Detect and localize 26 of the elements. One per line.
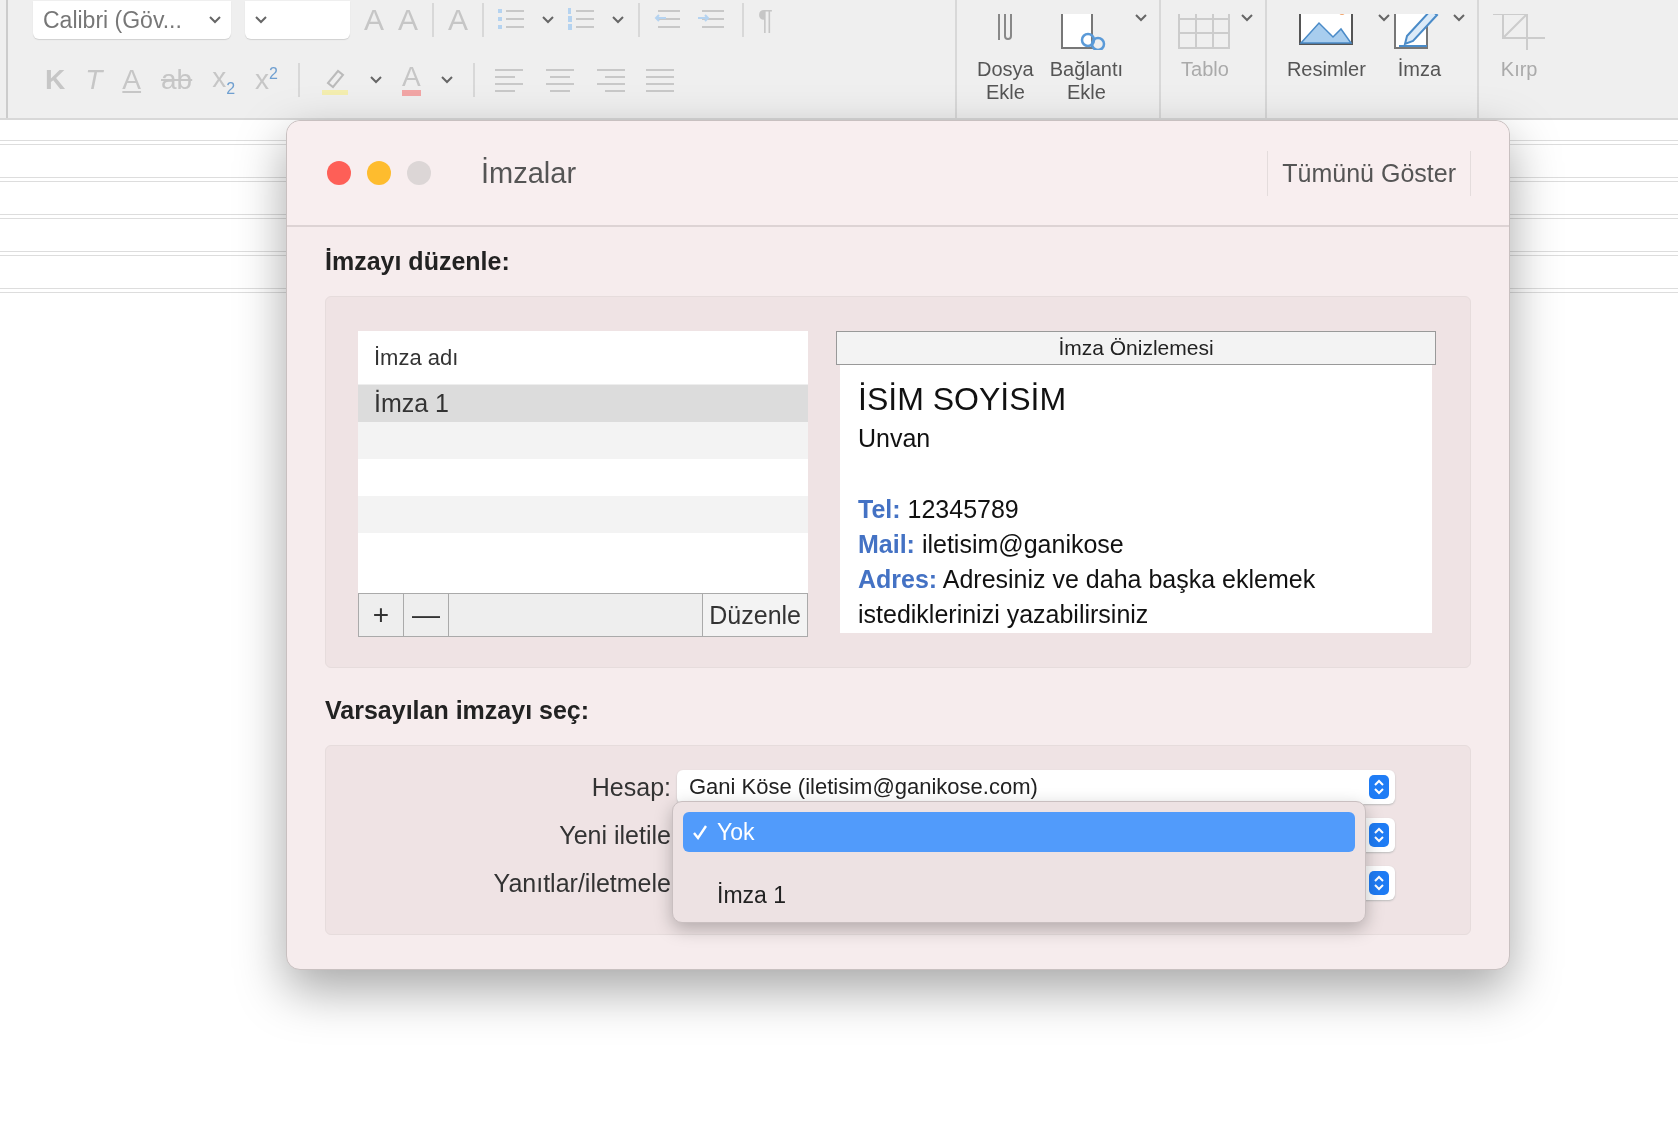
show-all-button[interactable]: Tümünü Göster <box>1267 150 1471 196</box>
section-heading: Varsayılan imzayı seç: <box>325 696 591 725</box>
field-label: Hesap: <box>590 772 672 802</box>
link-button[interactable]: Bağlantı Ekle <box>1041 14 1132 110</box>
signature-name: İSİM SOYİSİM <box>858 379 1068 419</box>
contact-line: Tel: 12345789 <box>858 493 1020 525</box>
list-row[interactable]: İmza 1 <box>358 385 808 422</box>
font-dropdown[interactable]: Calibri (Göv... <box>33 1 231 39</box>
menu-item[interactable]: Yok <box>683 812 1355 852</box>
field-label: Yeni iletile <box>558 820 672 850</box>
remove-button[interactable]: — <box>404 594 449 636</box>
add-button[interactable]: + <box>359 594 404 636</box>
menu-item[interactable]: İmza 1 <box>683 875 1355 915</box>
contact-line: Adres: Adresiniz ve daha başka eklemek istediklerinizi yazabilirsiniz <box>858 563 1317 630</box>
contact-line: Mail: iletisim@ganikose <box>858 528 1125 560</box>
edit-button[interactable]: Düzenle <box>702 594 807 636</box>
attach-button[interactable]: Dosya Ekle <box>969 14 1042 110</box>
signature-button[interactable]: İmza <box>1389 14 1450 110</box>
paragraph-marks-button[interactable]: ¶ <box>758 6 774 34</box>
select-field[interactable]: Gani Köse (iletisim@ganikose.com) <box>677 770 1395 804</box>
pictures-button[interactable]: Resimler <box>1278 14 1374 110</box>
signature-title: Unvan <box>858 422 932 454</box>
field-label: Yanıtlar/iletmele <box>492 868 672 898</box>
window-title: İmzalar <box>481 156 578 190</box>
preview-header: İmza Önizlemesi <box>836 331 1436 365</box>
section-heading: İmzayı düzenle: <box>325 247 511 276</box>
